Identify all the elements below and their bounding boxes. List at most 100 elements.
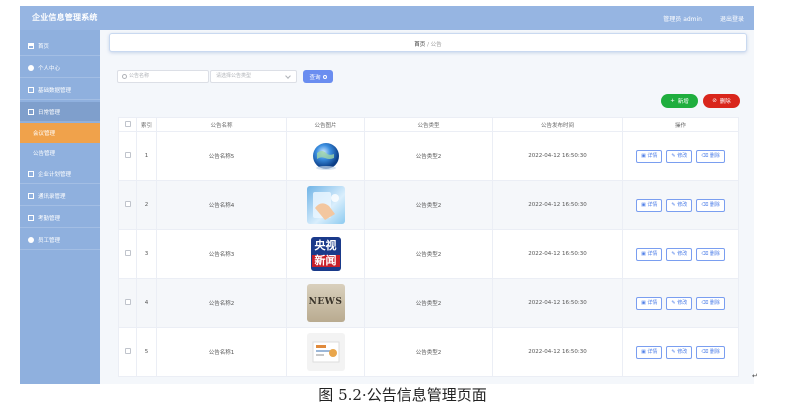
figure-caption: 图 5.2·公告信息管理页面 (318, 386, 487, 404)
logout-link[interactable]: 退出登录 (720, 14, 744, 23)
row-select-cell[interactable] (118, 327, 137, 377)
row-actions: ▣ 详情 ✎ 修改 ⌫ 删除 (622, 229, 739, 279)
row-checkbox[interactable] (124, 201, 131, 207)
trash-icon: ⊘ (712, 98, 717, 104)
batch-delete-button[interactable]: ⊘ 删除 (703, 94, 740, 108)
edit-label: 修改 (677, 201, 688, 208)
row-actions: ▣ 详情 ✎ 修改 ⌫ 删除 (622, 131, 739, 181)
column-header: 公告类型 (364, 117, 493, 132)
add-button[interactable]: + 新增 (661, 94, 698, 108)
sidebar-item-daily[interactable]: 日常管理 (20, 102, 100, 122)
sidebar-item-label: 通讯录管理 (38, 193, 66, 200)
query-label: 查询 (309, 74, 321, 81)
detail-label: 详情 (647, 201, 658, 208)
row-select-cell[interactable] (118, 278, 137, 328)
edit-button[interactable]: ✎ 修改 (666, 198, 693, 212)
row-delete-button[interactable]: ⌫ 删除 (696, 198, 725, 212)
search-name-input[interactable]: 公告名称 (117, 70, 209, 83)
grid-icon (28, 214, 34, 221)
app-window: 企业信息管理系统 管理员 admin 退出登录 首页 个人中心 基础数据管理 日… (20, 6, 754, 384)
row-checkbox[interactable] (124, 348, 131, 354)
sidebar-item-label: 会议管理 (33, 131, 56, 137)
edit-label: 修改 (677, 152, 688, 159)
cctv-text-bottom: 新闻 (311, 255, 340, 267)
edit-button[interactable]: ✎ 修改 (666, 345, 693, 359)
sidebar-item-profile[interactable]: 个人中心 (20, 58, 100, 78)
sidebar-item-home[interactable]: 首页 (20, 36, 100, 56)
table-row: 1 公告名称5 公告类型2 2022-04-12 16:50:30 ▣ 详情 ✎ 修改 ⌫ … (118, 131, 739, 181)
edit-label: 修改 (677, 348, 688, 355)
row-actions: ▣ 详情 ✎ 修改 ⌫ 删除 (622, 278, 739, 328)
detail-button[interactable]: ▣ 详情 (636, 149, 663, 163)
notice-time: 2022-04-12 16:50:30 (492, 131, 623, 181)
detail-label: 详情 (647, 299, 658, 306)
globe-thumbnail (306, 137, 345, 175)
grid-icon (28, 170, 34, 177)
notice-image-cell: 央视 新闻 (286, 229, 365, 279)
row-index: 2 (136, 180, 157, 230)
edit-button[interactable]: ✎ 修改 (666, 149, 693, 163)
query-button[interactable]: 查询 (303, 70, 333, 83)
cctv-news-thumbnail: 央视 新闻 (306, 235, 345, 273)
notice-name: 公告名称5 (156, 131, 287, 181)
row-select-cell[interactable] (118, 229, 137, 279)
sidebar-item-staff[interactable]: 员工管理 (20, 230, 100, 250)
select-all-cell[interactable] (118, 117, 137, 132)
row-actions: ▣ 详情 ✎ 修改 ⌫ 删除 (622, 327, 739, 377)
breadcrumb-bar: 首页 / 公告 (109, 33, 747, 52)
column-header: 公告图片 (286, 117, 365, 132)
notice-type-select[interactable]: 请选择公告类型 (210, 70, 297, 83)
notice-type-placeholder: 请选择公告类型 (216, 73, 252, 79)
trash-icon: ⌫ (701, 152, 710, 159)
row-checkbox[interactable] (124, 152, 131, 158)
row-select-cell[interactable] (118, 131, 137, 181)
row-delete-button[interactable]: ⌫ 删除 (696, 247, 725, 261)
breadcrumb-current: 公告 (430, 42, 442, 48)
detail-button[interactable]: ▣ 详情 (636, 247, 663, 261)
grid-icon (28, 108, 34, 115)
notice-name: 公告名称4 (156, 180, 287, 230)
row-checkbox[interactable] (124, 250, 131, 256)
cctv-text-top: 央视 (314, 239, 337, 252)
breadcrumb-separator: / (427, 42, 429, 48)
detail-label: 详情 (647, 152, 658, 159)
delete-label: 删除 (709, 201, 720, 208)
select-all-checkbox[interactable] (124, 120, 131, 127)
row-delete-button[interactable]: ⌫ 删除 (696, 149, 725, 163)
sidebar-item-contacts[interactable]: 通讯录管理 (20, 186, 100, 206)
row-select-cell[interactable] (118, 180, 137, 230)
sidebar-item-basic-data[interactable]: 基础数据管理 (20, 80, 100, 100)
notice-type: 公告类型2 (364, 278, 493, 328)
delete-label: 删除 (709, 299, 720, 306)
edit-button[interactable]: ✎ 修改 (666, 296, 693, 310)
row-checkbox[interactable] (124, 299, 131, 305)
detail-button[interactable]: ▣ 详情 (636, 198, 663, 212)
edit-label: 修改 (677, 299, 688, 306)
breadcrumb: 首页 / 公告 (110, 40, 746, 48)
breadcrumb-home[interactable]: 首页 (414, 42, 425, 48)
chevron-down-icon (285, 73, 291, 79)
notice-name: 公告名称2 (156, 278, 287, 328)
sidebar-item-notice[interactable]: 公告管理 (20, 143, 100, 163)
grid-icon (28, 192, 34, 199)
table-row: 4 公告名称2 NEWS 公告类型2 2022-04-12 16:50:30 ▣ 详情 ✎ … (118, 278, 739, 328)
notice-time: 2022-04-12 16:50:30 (492, 229, 623, 279)
return-mark: ↵ (752, 372, 758, 380)
sidebar-item-label: 公告管理 (33, 151, 56, 157)
edit-button[interactable]: ✎ 修改 (666, 247, 693, 261)
column-header: 公告名称 (156, 117, 287, 132)
sidebar-item-plan[interactable]: 企业计划管理 (20, 164, 100, 184)
detail-label: 详情 (647, 348, 658, 355)
row-delete-button[interactable]: ⌫ 删除 (696, 296, 725, 310)
edit-label: 修改 (677, 250, 688, 257)
sidebar-item-meeting[interactable]: 会议管理 (20, 123, 100, 143)
notice-time: 2022-04-12 16:50:30 (492, 278, 623, 328)
search-icon (322, 74, 327, 79)
trash-icon: ⌫ (701, 250, 710, 257)
detail-button[interactable]: ▣ 详情 (636, 296, 663, 310)
sidebar-item-attendance[interactable]: 考勤管理 (20, 208, 100, 228)
row-delete-button[interactable]: ⌫ 删除 (696, 345, 725, 359)
sidebar: 首页 个人中心 基础数据管理 日常管理 会议管理 公告管理 企业计划管理 通讯录… (20, 30, 100, 384)
detail-button[interactable]: ▣ 详情 (636, 345, 663, 359)
news-text: NEWS (308, 297, 343, 307)
